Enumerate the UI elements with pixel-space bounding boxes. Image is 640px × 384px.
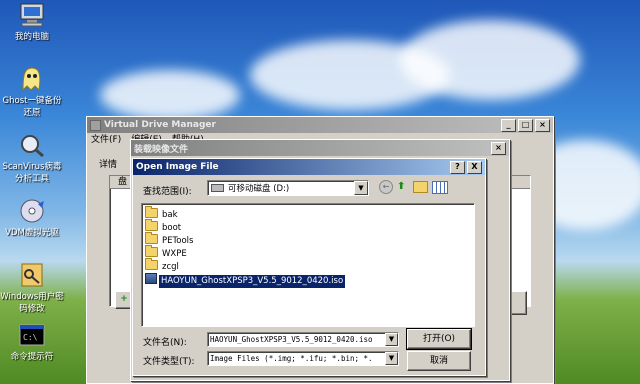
desktop-icon-ghost[interactable]: Ghost一键备份还原 [0,66,64,118]
maximize-button[interactable]: □ [518,118,533,132]
toolbar: ← ⬆ [379,180,448,194]
open-image-dialog: Open Image File ? X 查找范围(I): 可移动磁盘 (D:) … [132,158,486,376]
vdm-app-icon [90,119,101,131]
filename-label: 文件名(N): [143,338,187,348]
folder-icon [145,219,158,231]
desktop-icon-label: VDM虚拟光驱 [5,228,59,238]
filetype-label: 文件类型(T): [143,357,195,367]
desktop-icon-vdm[interactable]: VDM虚拟光驱 [0,198,64,238]
desktop-icon-my-computer[interactable]: 我的电脑 [0,2,64,42]
my-computer-icon [18,2,46,28]
cmd-icon: C:\ [18,322,46,348]
close-button[interactable]: × [491,141,506,155]
cloud [100,70,240,120]
list-item[interactable]: zcgl [142,258,474,273]
close-button[interactable]: × [535,118,550,132]
cloud [400,20,580,100]
load-image-title: 装载映像文件 [134,144,189,155]
back-icon[interactable]: ← [379,180,393,194]
minimize-button[interactable]: _ [501,118,516,132]
desktop-icon-label: ScanVirus病毒分析工具 [2,162,62,184]
svg-text:C:\: C:\ [23,333,38,342]
folder-icon [145,232,158,244]
iso-file-icon [145,273,157,284]
desktop-icon-label: 命令提示符 [10,352,54,362]
filename-input[interactable]: HAOYUN_GhostXPSP3_V5.5_9012_0420.iso ▼ [207,332,399,347]
filetype-select[interactable]: Image Files (*.img; *.ifu; *.bin; *. ▼ [207,351,399,366]
chevron-down-icon[interactable]: ▼ [385,352,398,365]
desktop-icon-cmd[interactable]: C:\ 命令提示符 [0,322,64,362]
open-dialog-title: Open Image File [136,162,219,172]
vdm-titlebar: Virtual Drive Manager _ □ × [87,117,553,133]
desktop-icon-scanvirus[interactable]: ScanVirus病毒分析工具 [0,132,64,184]
open-dialog-titlebar: Open Image File ? X [133,159,485,175]
list-item-selected[interactable]: HAOYUN_GhostXPSP3_V5.5_9012_0420.iso [142,273,474,288]
help-button[interactable]: ? [450,160,465,174]
ghost-icon [18,66,46,92]
tab-details[interactable]: 详情 [99,157,117,170]
list-item[interactable]: bak [142,206,474,221]
folder-icon [145,245,158,257]
folder-icon [145,258,158,270]
look-in-select[interactable]: 可移动磁盘 (D:) ▼ [207,180,369,196]
look-in-label: 查找范围(I): [143,187,192,197]
chevron-down-icon[interactable]: ▼ [385,333,398,346]
drive-icon [211,184,224,192]
look-in-value: 可移动磁盘 (D:) [228,184,290,194]
folder-icon [145,206,158,218]
open-button[interactable]: 打开(O) [406,328,472,350]
list-item[interactable]: WXPE [142,245,474,260]
menu-file[interactable]: 文件(F) [91,133,121,147]
file-list[interactable]: bak boot PETools WXPE zcgl HAOYUN_GhostX… [141,203,475,327]
desktop-icon-label: Windows用户密码修改 [0,292,64,314]
dialog-close-button[interactable]: X [467,160,482,174]
view-menu-icon[interactable] [432,180,448,194]
list-item[interactable]: PETools [142,232,474,247]
up-folder-icon[interactable]: ⬆ [397,181,409,193]
new-folder-icon[interactable] [413,181,428,193]
list-item[interactable]: boot [142,219,474,234]
side-button[interactable] [507,291,527,315]
password-icon [18,262,46,288]
chevron-down-icon[interactable]: ▼ [354,181,368,195]
desktop-icon-password[interactable]: Windows用户密码修改 [0,262,64,314]
cancel-button[interactable]: 取消 [407,351,471,371]
desktop-icon-label: Ghost一键备份还原 [2,96,62,118]
scanvirus-icon [18,132,46,158]
desktop-icon-label: 我的电脑 [14,32,49,42]
load-image-titlebar: 装载映像文件 × [131,140,509,156]
vdm-icon [18,198,46,224]
vdm-title: Virtual Drive Manager [104,120,216,130]
